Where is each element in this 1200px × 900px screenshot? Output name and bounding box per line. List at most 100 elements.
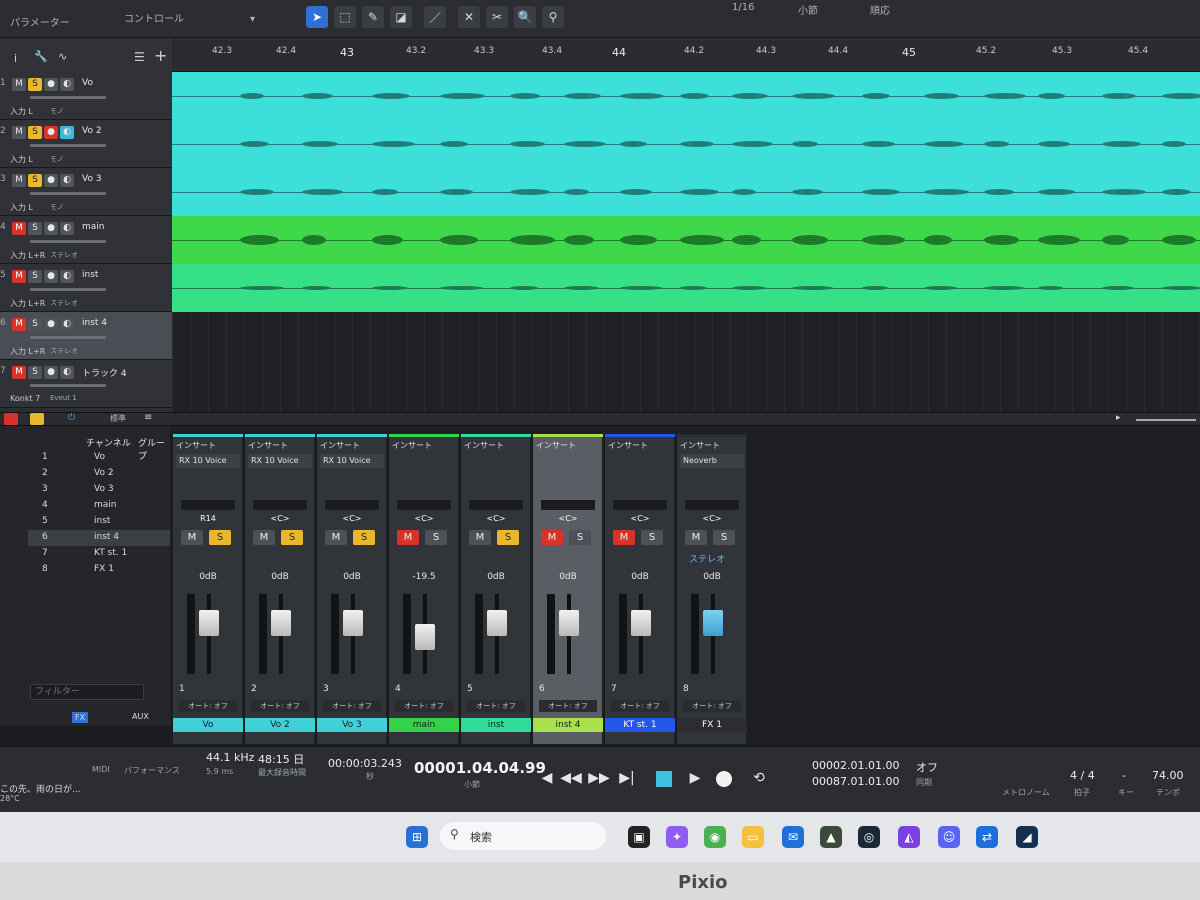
global-mute-button[interactable] (4, 413, 18, 425)
mute-button[interactable]: M (397, 530, 419, 545)
timebase-value[interactable]: 小節 (798, 2, 818, 17)
volume-value[interactable]: 0dB (245, 572, 315, 582)
record-button[interactable]: ● (44, 174, 58, 187)
insert-label[interactable]: インサート (680, 440, 720, 451)
windows-start-icon[interactable]: ⊞ (406, 826, 428, 848)
solo-button[interactable]: S (569, 530, 591, 545)
pan-value[interactable]: <C> (392, 514, 456, 524)
monitor-button[interactable]: ◐ (60, 174, 74, 187)
solo-button[interactable]: S (28, 174, 42, 187)
channel-list-item[interactable]: 1 Vo (28, 450, 170, 466)
channel-name[interactable]: Vo (173, 718, 243, 732)
teamviewer-icon[interactable]: ⇄ (976, 826, 998, 848)
volume-fader[interactable] (631, 610, 651, 636)
record-button[interactable]: ● (44, 318, 58, 331)
volume-value[interactable]: 0dB (677, 572, 747, 582)
outlook-icon[interactable]: ✉ (782, 826, 804, 848)
stop-button[interactable] (656, 771, 672, 787)
mute-button[interactable]: M (12, 174, 26, 187)
channel-name[interactable]: inst (461, 718, 531, 732)
mute-button[interactable]: M (253, 530, 275, 545)
solo-button[interactable]: S (28, 270, 42, 283)
channel-list-item[interactable]: 2 Vo 2 (28, 466, 170, 482)
listen-tool-icon[interactable]: 🔍 (514, 6, 536, 28)
mute-button[interactable]: M (12, 318, 26, 331)
track-name[interactable]: Vo 2 (82, 126, 102, 136)
mixer-channel-strip[interactable]: インサート <C> M S -19.5 4 オート: オフ main (388, 434, 459, 744)
channel-list-item[interactable]: 6 inst 4 (28, 530, 170, 546)
automation-mode[interactable]: オート: オフ (179, 700, 237, 712)
solo-button[interactable]: S (209, 530, 231, 545)
monitor-button[interactable]: ◐ (60, 318, 74, 331)
track-row[interactable]: 4 M S ● ◐ main 入力 L+R ステレオ (0, 216, 172, 264)
seconds-display[interactable]: 00:00:03.243 (328, 757, 402, 770)
bend-tool-icon[interactable]: ⚲ (542, 6, 564, 28)
channel-name[interactable]: inst 4 (533, 718, 603, 732)
position-display[interactable]: 00001.04.04.99 (414, 759, 546, 777)
track-volume-slider[interactable] (30, 240, 106, 243)
track-volume-slider[interactable] (30, 96, 106, 99)
performance-label[interactable]: パフォーマンス (124, 765, 180, 776)
volume-value[interactable]: 0dB (317, 572, 387, 582)
arrangement-view[interactable] (172, 72, 1200, 412)
quantize-value[interactable]: 1/16 (732, 2, 754, 13)
channel-name[interactable]: KT st. 1 (605, 718, 675, 732)
power-icon[interactable]: ⏻ (68, 413, 75, 423)
volume-value[interactable]: 0dB (605, 572, 675, 582)
chevron-down-icon[interactable]: ▾ (250, 14, 255, 25)
mixer-channel-strip[interactable]: インサート RX 10 Voice <C> M S 0dB 3 オート: オフ Vo 3 (316, 434, 387, 744)
record-button[interactable]: ● (44, 366, 58, 379)
track-input[interactable]: 入力 L+R (10, 346, 45, 357)
loop-start-value[interactable]: 00002.01.01.00 (812, 759, 899, 772)
automation-mode[interactable]: オート: オフ (395, 700, 453, 712)
mute-button[interactable]: M (181, 530, 203, 545)
insert-label[interactable]: インサート (320, 440, 360, 451)
solo-button[interactable]: S (28, 78, 42, 91)
solo-button[interactable]: S (425, 530, 447, 545)
monitor-button[interactable]: ◐ (60, 126, 74, 139)
mute-button[interactable]: M (541, 530, 563, 545)
record-button[interactable]: ● (44, 222, 58, 235)
volume-value[interactable]: 0dB (173, 572, 243, 582)
pan-value[interactable]: <C> (680, 514, 744, 524)
taskview-icon[interactable]: ▣ (628, 826, 650, 848)
track-volume-slider[interactable] (30, 336, 106, 339)
mixer-channel-strip[interactable]: インサート <C> M S 0dB 5 オート: オフ inst (460, 434, 531, 744)
monitor-button[interactable]: ◐ (60, 78, 74, 91)
channel-list-item[interactable]: 4 main (28, 498, 170, 514)
track-name[interactable]: inst (82, 270, 98, 280)
volume-value[interactable]: 0dB (533, 572, 603, 582)
mute-button[interactable]: M (12, 222, 26, 235)
key-value[interactable]: - (1122, 769, 1126, 782)
pan-slider[interactable] (325, 500, 379, 510)
pan-slider[interactable] (181, 500, 235, 510)
track-input[interactable]: 入力 L (10, 154, 33, 165)
studio-one-icon[interactable]: ◢ (1016, 826, 1038, 848)
copilot-icon[interactable]: ✦ (666, 826, 688, 848)
filter-input[interactable] (30, 684, 144, 700)
solo-button[interactable]: S (353, 530, 375, 545)
track-row[interactable]: 6 M S ● ◐ inst 4 入力 L+R ステレオ (0, 312, 172, 360)
volume-fader[interactable] (271, 610, 291, 636)
automation-icon[interactable]: ∿ (58, 50, 67, 63)
record-button[interactable]: ● (44, 78, 58, 91)
mute-button[interactable]: M (12, 270, 26, 283)
mute-tool-icon[interactable]: ✕ (458, 6, 480, 28)
pan-slider[interactable] (469, 500, 523, 510)
insert-label[interactable]: インサート (608, 440, 648, 451)
mute-button[interactable]: M (12, 366, 26, 379)
pan-value[interactable]: R14 (176, 514, 240, 524)
mixer-channel-strip[interactable]: インサート RX 10 Voice R14 M S 0dB 1 オート: オフ Vo (172, 434, 243, 744)
split-tool-icon[interactable]: ✂ (486, 6, 508, 28)
monitor-button[interactable]: ◐ (60, 366, 74, 379)
return-to-zero-icon[interactable]: ◀ (536, 767, 558, 789)
signature-value[interactable]: 4 / 4 (1070, 769, 1095, 782)
automation-mode[interactable]: オート: オフ (323, 700, 381, 712)
track-input[interactable]: 入力 L+R (10, 250, 45, 261)
pan-slider[interactable] (397, 500, 451, 510)
mute-button[interactable]: M (12, 78, 26, 91)
volume-fader[interactable] (199, 610, 219, 636)
solo-button[interactable]: S (713, 530, 735, 545)
monitor-button[interactable]: ◐ (60, 270, 74, 283)
channel-name[interactable]: FX 1 (677, 718, 747, 732)
